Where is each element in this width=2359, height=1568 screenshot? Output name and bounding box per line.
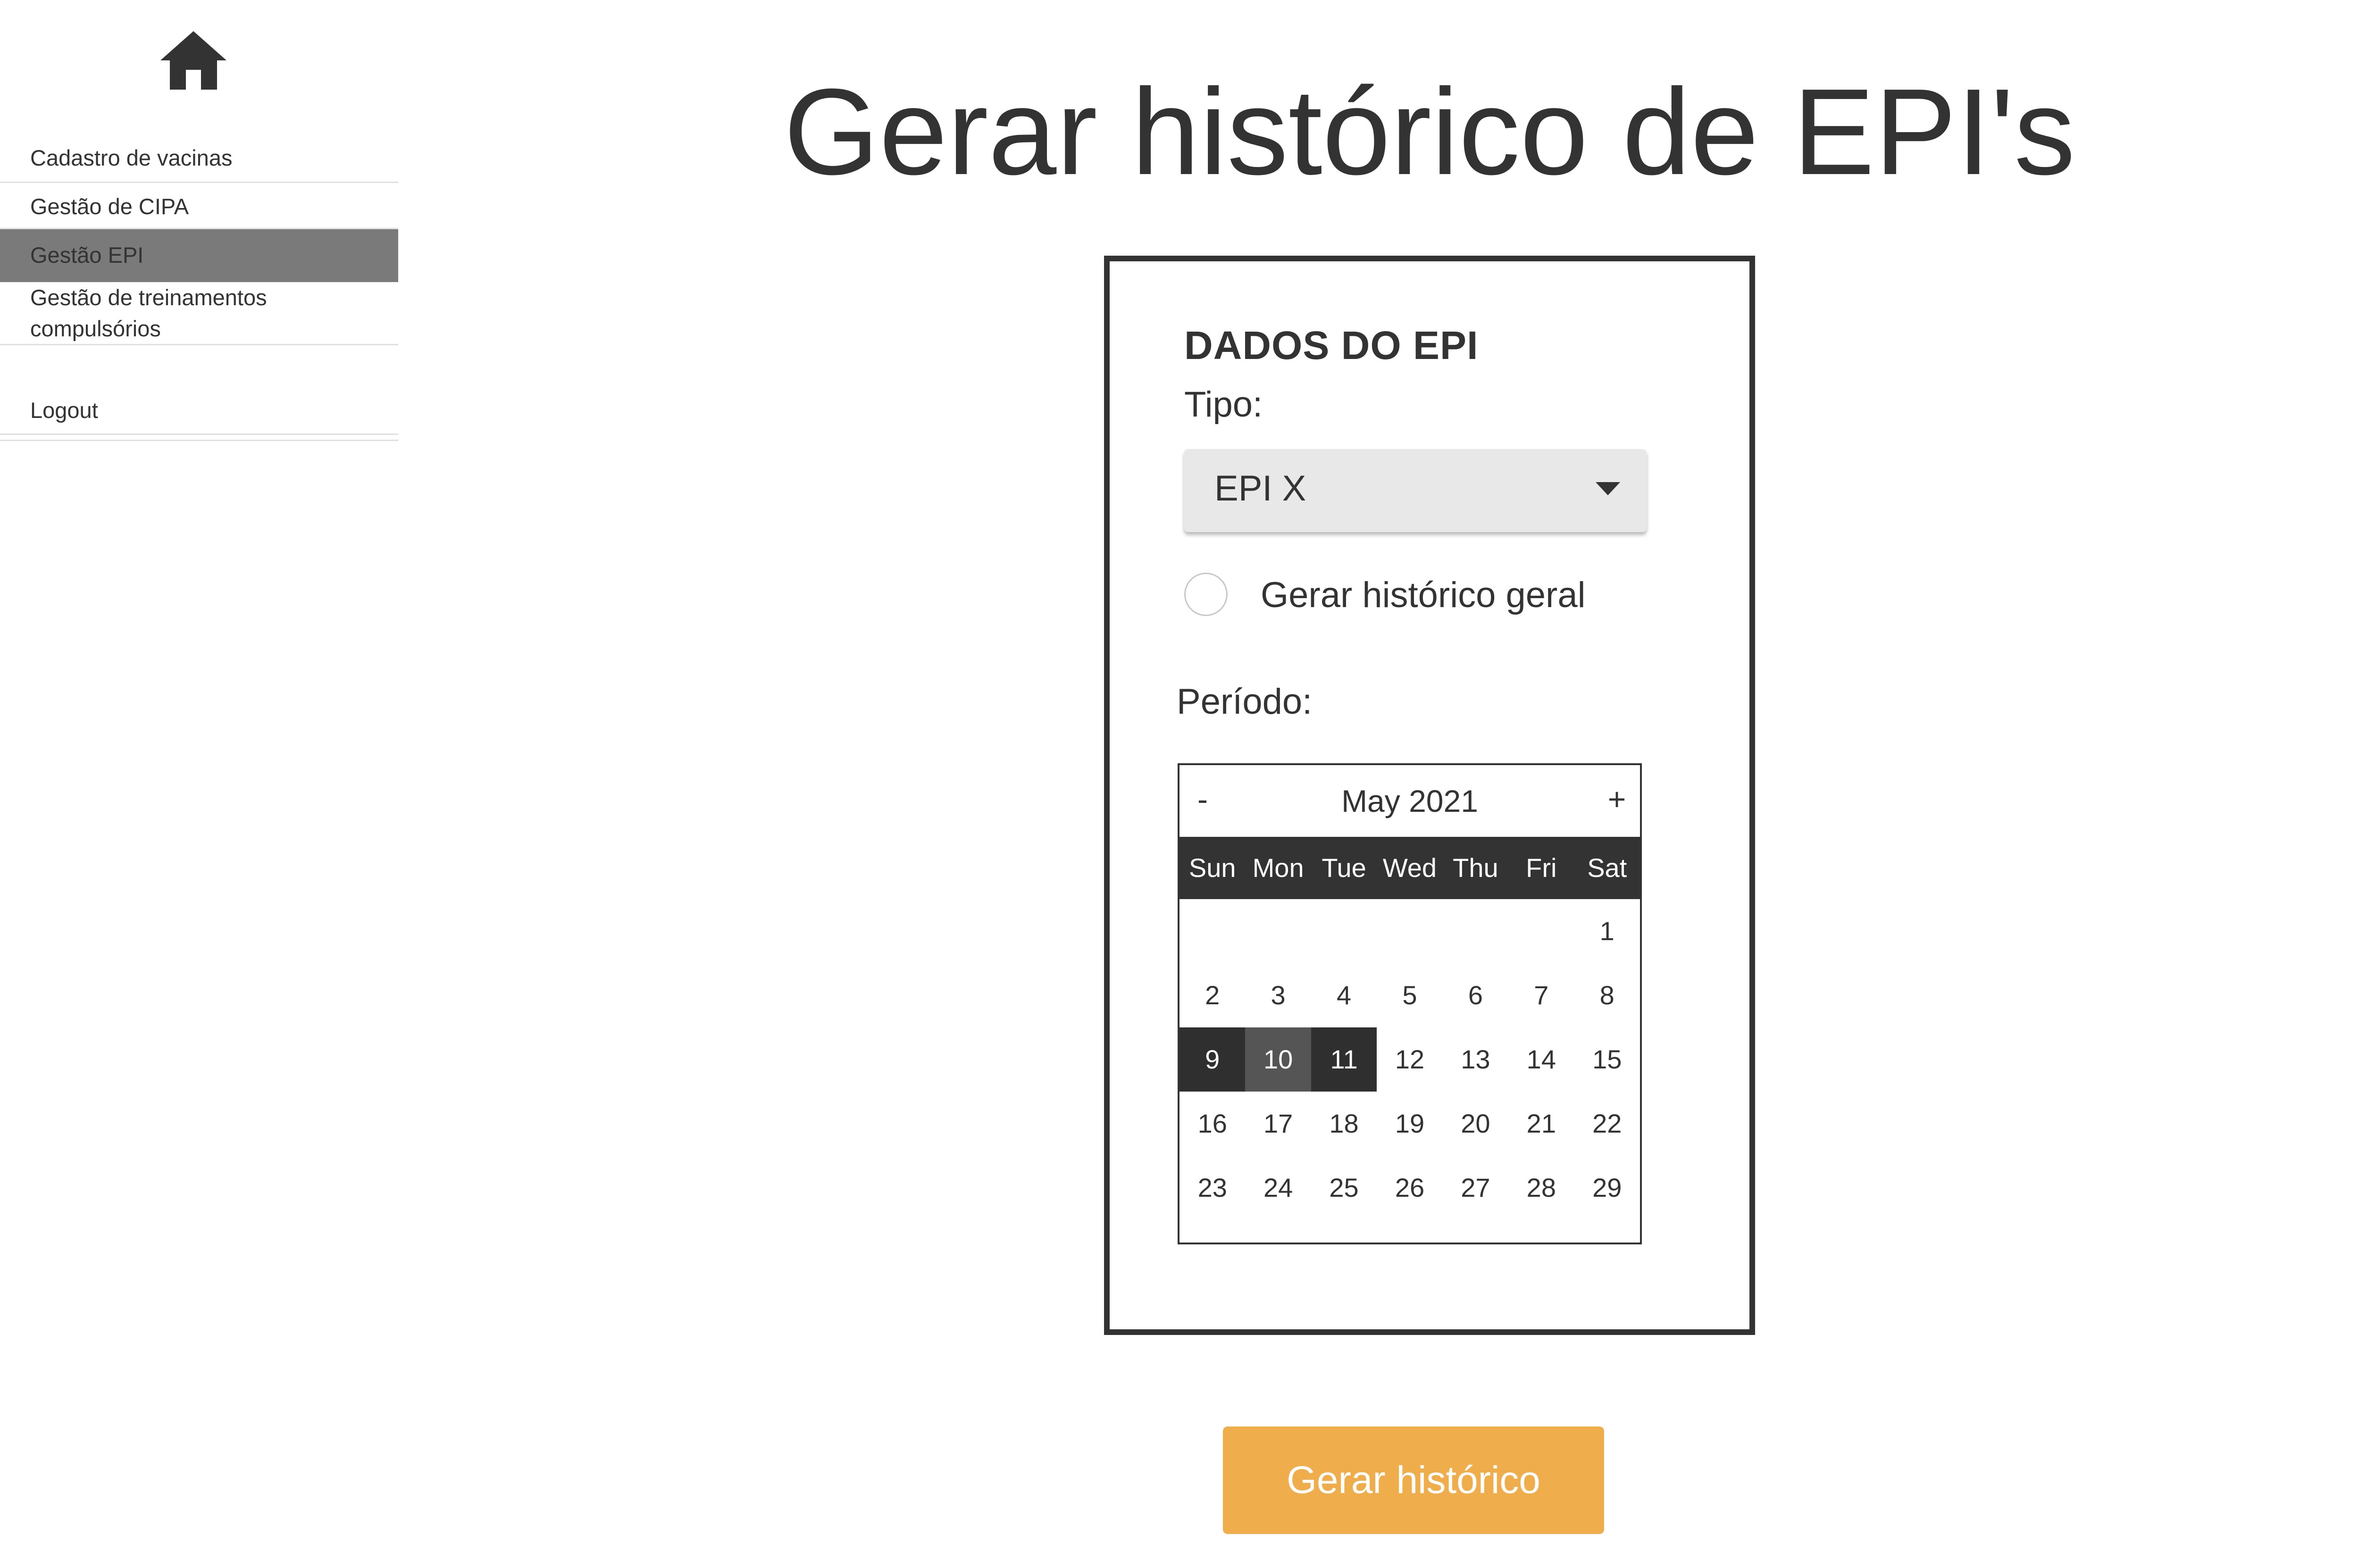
sidebar-item-cadastro-vacinas[interactable]: Cadastro de vacinas [0, 134, 398, 183]
page-title: Gerar histórico de EPI's [784, 64, 2075, 200]
calendar-day-3[interactable]: 3 [1245, 963, 1311, 1027]
calendar-day-grid: 1 2 3 4 5 6 7 8 9 10 11 12 13 14 15 16 17 18 19 20 21 22 23 24 2… [1180, 899, 1640, 1220]
calendar-day-13[interactable]: 13 [1443, 1027, 1508, 1092]
calendar-day-8[interactable]: 8 [1574, 963, 1640, 1027]
calendar-day-21[interactable]: 21 [1508, 1092, 1574, 1156]
sidebar-item-gestao-epi[interactable]: Gestão EPI [0, 229, 398, 282]
calendar-weekday-tue: Tue [1322, 853, 1366, 883]
calendar-day-1[interactable]: 1 [1574, 899, 1640, 963]
calendar-day-15[interactable]: 15 [1574, 1027, 1640, 1092]
calendar-day-19[interactable]: 19 [1377, 1092, 1442, 1156]
sidebar-item-gestao-treinamentos[interactable]: Gestão de treinamentos compulsórios [0, 282, 398, 345]
calendar-empty-cell [1377, 899, 1442, 963]
calendar-day-22[interactable]: 22 [1574, 1092, 1640, 1156]
calendar-day-23[interactable]: 23 [1180, 1156, 1245, 1220]
calendar-next-month-button[interactable]: + [1600, 781, 1633, 817]
calendar-empty-cell [1311, 899, 1377, 963]
sidebar-item-label: Cadastro de vacinas [30, 145, 233, 170]
sidebar-item-label: Gestão de CIPA [30, 193, 189, 219]
calendar-day-2[interactable]: 2 [1180, 963, 1245, 1027]
calendar-day-12[interactable]: 12 [1377, 1027, 1442, 1092]
calendar-day-25[interactable]: 25 [1311, 1156, 1377, 1220]
sidebar-item-gestao-cipa[interactable]: Gestão de CIPA [0, 185, 398, 229]
sidebar-divider [0, 440, 398, 441]
calendar-day-14[interactable]: 14 [1508, 1027, 1574, 1092]
home-icon[interactable] [160, 31, 226, 90]
calendar-weekday-mon: Mon [1252, 853, 1304, 883]
calendar-day-5[interactable]: 5 [1377, 963, 1442, 1027]
radio-label: Gerar histórico geral [1261, 575, 1586, 615]
calendar-empty-cell [1508, 899, 1574, 963]
home-icon-graphic [160, 31, 226, 90]
sidebar-item-label: Gestão EPI [30, 242, 144, 267]
sidebar-item-label: Gestão de treinamentos compulsórios [30, 284, 267, 341]
calendar-day-17[interactable]: 17 [1245, 1092, 1311, 1156]
page: Cadastro de vacinas Gestão de CIPA Gestã… [0, 0, 2359, 1568]
calendar-day-10[interactable]: 10 [1245, 1027, 1311, 1092]
calendar-day-20[interactable]: 20 [1443, 1092, 1508, 1156]
calendar-day-11[interactable]: 11 [1311, 1027, 1377, 1092]
calendar-weekday-thu: Thu [1453, 853, 1498, 883]
calendar-empty-cell [1245, 899, 1311, 963]
calendar-header: - May 2021 + [1180, 765, 1640, 837]
sidebar: Cadastro de vacinas Gestão de CIPA Gestã… [0, 0, 398, 443]
sidebar-item-label: Logout [30, 397, 98, 423]
caret-down-icon [1596, 482, 1620, 495]
calendar-day-29[interactable]: 29 [1574, 1156, 1640, 1220]
calendar-day-24[interactable]: 24 [1245, 1156, 1311, 1220]
calendar-day-6[interactable]: 6 [1443, 963, 1508, 1027]
calendar-day-16[interactable]: 16 [1180, 1092, 1245, 1156]
calendar-empty-cell [1180, 899, 1245, 963]
historico-geral-radio[interactable]: Gerar histórico geral [1184, 573, 1656, 620]
tipo-select-value: EPI X [1214, 468, 1306, 509]
calendar-day-28[interactable]: 28 [1508, 1156, 1574, 1220]
epi-form-card: DADOS DO EPI Tipo: EPI X Gerar histórico… [1104, 256, 1755, 1335]
calendar-day-4[interactable]: 4 [1311, 963, 1377, 1027]
calendar-day-18[interactable]: 18 [1311, 1092, 1377, 1156]
tipo-select[interactable]: EPI X [1184, 449, 1647, 532]
date-range-calendar: - May 2021 + Sun Mon Tue Wed Thu Fri Sat 12345… [1178, 763, 1642, 1244]
gerar-historico-button[interactable]: Gerar histórico [1223, 1426, 1604, 1534]
calendar-weekday-sun: Sun [1188, 853, 1236, 883]
sidebar-item-logout[interactable]: Logout [0, 387, 398, 435]
calendar-empty-cell [1443, 899, 1508, 963]
calendar-weekday-fri: Fri [1526, 853, 1557, 883]
calendar-weekday-row: Sun Mon Tue Wed Thu Fri Sat [1180, 837, 1640, 899]
radio-button[interactable] [1184, 573, 1228, 616]
calendar-day-26[interactable]: 26 [1377, 1156, 1442, 1220]
calendar-month-label: May 2021 [1341, 784, 1478, 818]
calendar-day-27[interactable]: 27 [1443, 1156, 1508, 1220]
calendar-weekday-sat: Sat [1587, 853, 1627, 883]
form-title: DADOS DO EPI [1184, 323, 1479, 367]
calendar-weekday-wed: Wed [1382, 853, 1437, 883]
periodo-label: Período: [1177, 682, 1313, 722]
tipo-label: Tipo: [1184, 384, 1263, 425]
calendar-day-9[interactable]: 9 [1180, 1027, 1246, 1092]
calendar-day-7[interactable]: 7 [1508, 963, 1574, 1027]
